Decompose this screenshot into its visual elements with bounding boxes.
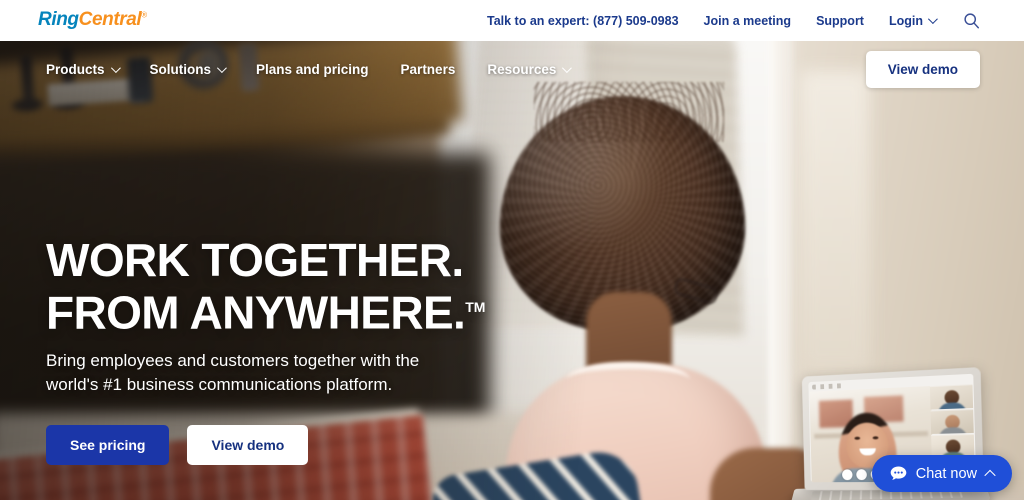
- nav-item-label: Resources: [487, 62, 556, 77]
- chevron-down-icon: [928, 14, 938, 24]
- chevron-down-icon: [110, 63, 120, 73]
- logo-text-ring: Ring: [38, 9, 79, 30]
- nav-item-products[interactable]: Products: [46, 62, 118, 77]
- chat-bubble-icon: [890, 466, 907, 481]
- nav-item-label: Plans and pricing: [256, 62, 369, 77]
- header-view-demo-button[interactable]: View demo: [866, 51, 980, 88]
- login-menu[interactable]: Login: [889, 14, 935, 28]
- main-nav-items: Products Solutions Plans and pricing Par…: [46, 62, 569, 77]
- chat-now-label: Chat now: [916, 466, 977, 482]
- hero-subheadline: Bring employees and customers together w…: [46, 349, 476, 397]
- registered-trademark-icon: ®: [141, 11, 147, 20]
- headline-line-1: WORK TOGETHER.: [46, 237, 566, 284]
- main-navigation: Products Solutions Plans and pricing Par…: [0, 41, 1024, 97]
- chevron-down-icon: [217, 63, 227, 73]
- chevron-down-icon: [562, 63, 572, 73]
- chat-now-widget[interactable]: Chat now: [872, 455, 1012, 492]
- join-a-meeting-link[interactable]: Join a meeting: [704, 14, 792, 28]
- page-root: WORK TOGETHER. FROM ANYWHERE.TM Bring em…: [0, 0, 1024, 500]
- chevron-up-icon: [984, 469, 995, 480]
- hero-copy: WORK TOGETHER. FROM ANYWHERE.TM Bring em…: [46, 237, 566, 465]
- nav-item-plans-and-pricing[interactable]: Plans and pricing: [256, 62, 369, 77]
- headline-line-2: FROM ANYWHERE.TM: [46, 284, 566, 336]
- nav-item-partners[interactable]: Partners: [401, 62, 456, 77]
- search-icon: [963, 12, 980, 29]
- nav-item-label: Partners: [401, 62, 456, 77]
- headline-line-2-text: FROM ANYWHERE.: [46, 286, 465, 338]
- support-link[interactable]: Support: [816, 14, 864, 28]
- nav-item-solutions[interactable]: Solutions: [150, 62, 225, 77]
- hero-section: WORK TOGETHER. FROM ANYWHERE.TM Bring em…: [0, 41, 1024, 500]
- nav-item-label: Solutions: [150, 62, 212, 77]
- expert-phone-number: (877) 509-0983: [593, 14, 678, 28]
- utility-header: RingCentral® Talk to an expert: (877) 50…: [0, 0, 1024, 41]
- hero-cta-group: See pricing View demo: [46, 425, 566, 465]
- nav-item-resources[interactable]: Resources: [487, 62, 569, 77]
- login-label: Login: [889, 14, 923, 28]
- see-pricing-button[interactable]: See pricing: [46, 425, 169, 465]
- ringcentral-logo[interactable]: RingCentral®: [38, 9, 147, 31]
- view-demo-button[interactable]: View demo: [187, 425, 308, 465]
- talk-to-expert-label: Talk to an expert:: [487, 14, 593, 28]
- utility-nav-links: Talk to an expert: (877) 509-0983 Join a…: [487, 0, 1024, 41]
- nav-item-label: Products: [46, 62, 105, 77]
- search-button[interactable]: [963, 12, 980, 29]
- talk-to-expert-link[interactable]: Talk to an expert: (877) 509-0983: [487, 14, 679, 28]
- trademark-symbol: TM: [465, 299, 485, 315]
- page-title: WORK TOGETHER. FROM ANYWHERE.TM: [46, 237, 566, 336]
- logo-text-central: Central: [79, 9, 142, 30]
